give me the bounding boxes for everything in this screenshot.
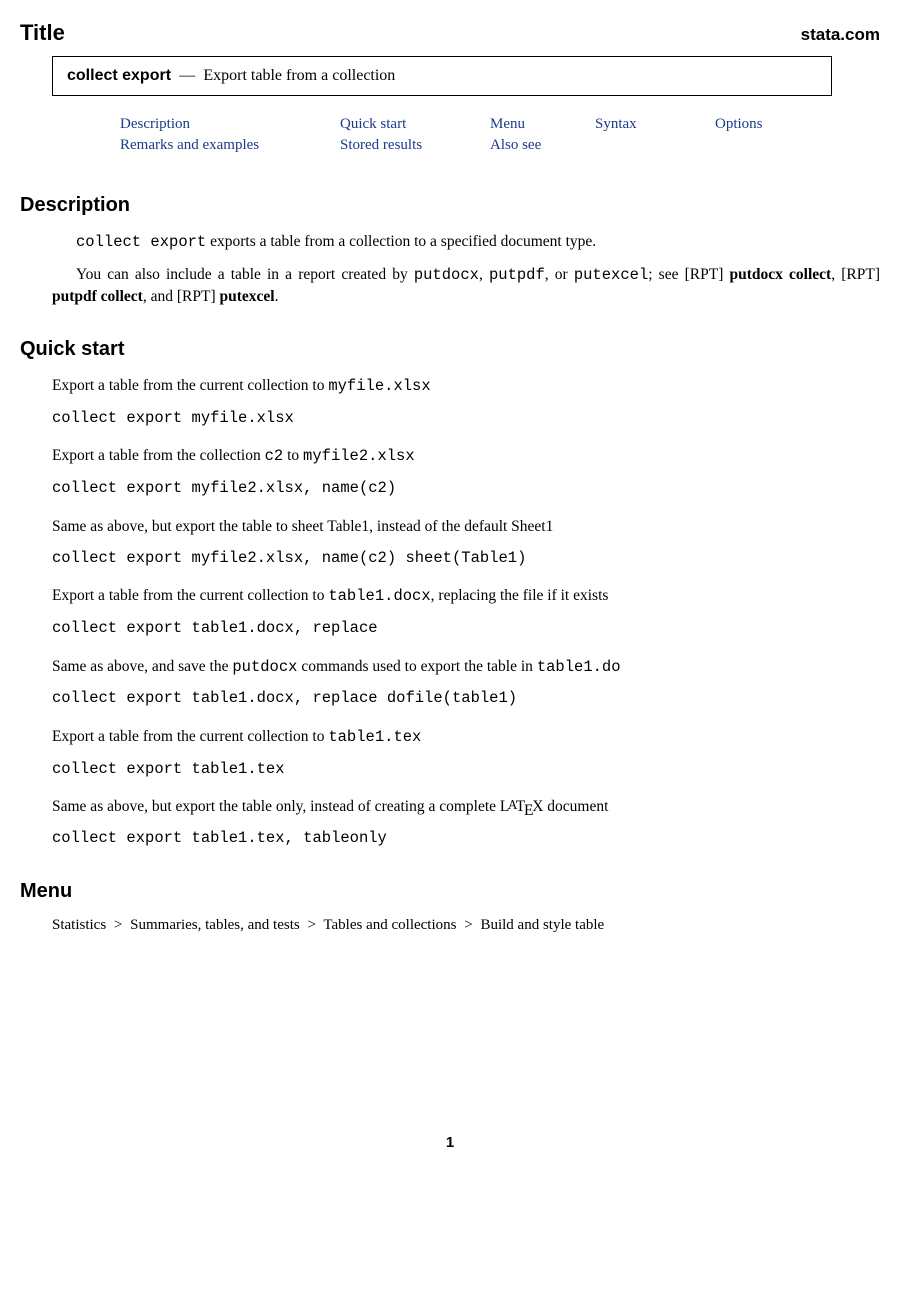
- page-title: Title: [20, 20, 65, 46]
- qs1-d2: myfile.xlsx: [328, 377, 430, 395]
- command-name: collect export: [67, 67, 171, 84]
- section-menu-heading: Menu: [20, 880, 880, 903]
- desc2-t: .: [275, 288, 279, 305]
- qs-entry-7: Same as above, but export the table only…: [52, 796, 880, 849]
- qs7-cmd: collect export table1.tex, tableonly: [52, 828, 880, 850]
- desc2-i: RPT: [690, 266, 718, 283]
- menu-sep2: >: [303, 917, 319, 933]
- qs-entry-5: Same as above, and save the putdocx comm…: [52, 656, 880, 710]
- latex-logo: LATEX: [500, 798, 544, 815]
- desc2-b: putdocx: [414, 266, 479, 284]
- menu-sep1: >: [110, 917, 126, 933]
- qs6-cmd: collect export table1.tex: [52, 759, 880, 781]
- page-number: 1: [20, 1134, 880, 1151]
- description-body: collect export exports a table from a co…: [52, 231, 880, 308]
- qs6-d2: table1.tex: [328, 728, 421, 746]
- qs6-d1: Export a table from the current collecti…: [52, 728, 328, 745]
- qs7-d3: document: [543, 798, 608, 815]
- link-putdocx-collect[interactable]: putdocx collect: [730, 266, 832, 283]
- toc-menu[interactable]: Menu: [490, 116, 525, 132]
- qs5-d3: commands used to export the table in: [297, 658, 536, 675]
- toc-stored[interactable]: Stored results: [340, 137, 422, 153]
- qs4-d1: Export a table from the current collecti…: [52, 587, 328, 604]
- qs4-d2: table1.docx: [328, 587, 430, 605]
- desc2-q: RPT: [182, 288, 210, 305]
- title-box: collect export — Export table from a col…: [52, 56, 832, 96]
- link-putexcel[interactable]: putexcel: [220, 288, 275, 305]
- section-description-heading: Description: [20, 194, 880, 217]
- section-quickstart-heading: Quick start: [20, 338, 880, 361]
- qs-entry-1: Export a table from the current collecti…: [52, 375, 880, 429]
- desc2-f: putexcel: [574, 266, 648, 284]
- qs-entry-4: Export a table from the current collecti…: [52, 585, 880, 639]
- command-subtitle: Export table from a collection: [203, 67, 395, 84]
- desc2-d: putpdf: [489, 266, 545, 284]
- desc2-g: ; see: [648, 266, 684, 283]
- qs-entry-2: Export a table from the collection c2 to…: [52, 445, 880, 499]
- qs4-cmd: collect export table1.docx, replace: [52, 618, 880, 640]
- qs5-d2: putdocx: [232, 658, 297, 676]
- menu-sep3: >: [460, 917, 476, 933]
- toc-options[interactable]: Options: [715, 116, 763, 132]
- toc-alsosee[interactable]: Also see: [490, 137, 541, 153]
- qs3-d1: Same as above, but export the table to s…: [52, 518, 553, 535]
- desc2-l: , [: [831, 266, 846, 283]
- command-dash: —: [175, 67, 199, 84]
- desc-text: exports a table from a collection to a s…: [206, 233, 596, 250]
- desc-cmd: collect export: [76, 233, 206, 251]
- desc2-m: RPT: [846, 266, 874, 283]
- toc-syntax[interactable]: Syntax: [595, 116, 637, 132]
- menu-path: Statistics > Summaries, tables, and test…: [52, 917, 880, 934]
- menu-p2: Summaries, tables, and tests: [130, 917, 300, 933]
- qs1-d1: Export a table from the current collecti…: [52, 377, 328, 394]
- site-link[interactable]: stata.com: [801, 25, 880, 45]
- toc-remarks[interactable]: Remarks and examples: [120, 137, 259, 153]
- qs2-d3: to: [283, 447, 303, 464]
- qs5-d4: table1.do: [537, 658, 621, 676]
- desc2-c: ,: [479, 266, 489, 283]
- desc2-r: ]: [210, 288, 219, 305]
- qs1-cmd: collect export myfile.xlsx: [52, 408, 880, 430]
- quickstart-body: Export a table from the current collecti…: [52, 375, 880, 850]
- qs7-d1: Same as above, but export the table only…: [52, 798, 500, 815]
- desc2-j: ]: [718, 266, 729, 283]
- menu-p4: Build and style table: [480, 917, 604, 933]
- qs-entry-6: Export a table from the current collecti…: [52, 726, 880, 780]
- qs3-cmd: collect export myfile2.xlsx, name(c2) sh…: [52, 548, 880, 570]
- menu-p3: Tables and collections: [323, 917, 456, 933]
- desc2-e: , or: [545, 266, 574, 283]
- desc2-p: , and [: [143, 288, 182, 305]
- qs5-cmd: collect export table1.docx, replace dofi…: [52, 688, 880, 710]
- qs2-d4: myfile2.xlsx: [303, 447, 415, 465]
- toc-quickstart[interactable]: Quick start: [340, 116, 406, 132]
- desc2-n: ]: [875, 266, 880, 283]
- qs-entry-3: Same as above, but export the table to s…: [52, 516, 880, 569]
- toc: Description Quick start Menu Syntax Opti…: [120, 116, 880, 154]
- qs2-d2: c2: [265, 447, 284, 465]
- toc-description[interactable]: Description: [120, 116, 190, 132]
- qs4-d3: , replacing the file if it exists: [431, 587, 609, 604]
- menu-p1: Statistics: [52, 917, 106, 933]
- qs2-d1: Export a table from the collection: [52, 447, 265, 464]
- qs5-d1: Same as above, and save the: [52, 658, 232, 675]
- desc2-a: You can also include a table in a report…: [76, 266, 414, 283]
- qs2-cmd: collect export myfile2.xlsx, name(c2): [52, 478, 880, 500]
- link-putpdf-collect[interactable]: putpdf collect: [52, 288, 143, 305]
